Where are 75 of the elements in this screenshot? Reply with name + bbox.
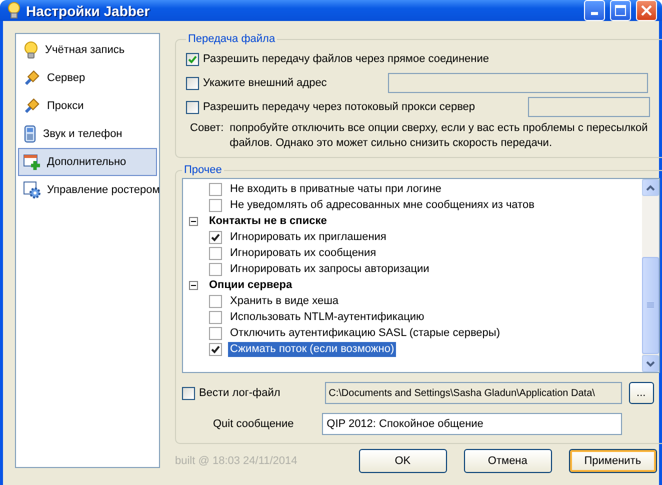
category-item[interactable]: Звук и телефон	[18, 120, 157, 148]
tree-option-label[interactable]: Игнорировать их запросы авторизации	[228, 262, 432, 276]
checkbox[interactable]	[209, 342, 222, 356]
scroll-down-button[interactable]	[642, 355, 659, 372]
minus-icon	[191, 282, 196, 288]
log-path-field[interactable]: C:\Documents and Settings\Sasha Gladun\Application Data\	[324, 382, 622, 404]
input-field[interactable]	[528, 97, 650, 117]
checkbox[interactable]	[209, 326, 222, 340]
input-field[interactable]	[388, 73, 648, 93]
lightbulb-icon	[23, 41, 39, 59]
checkbox[interactable]	[209, 294, 222, 308]
scrollbar[interactable]	[642, 179, 659, 372]
tree-option-label[interactable]: Хранить в виде хеша	[228, 294, 341, 308]
maximize-button[interactable]	[610, 0, 631, 21]
field-label: Quit сообщение	[213, 418, 294, 430]
scroll-thumb[interactable]	[642, 257, 659, 354]
checkmark-icon	[211, 344, 220, 354]
tree-option-label[interactable]: Отключить аутентификацию SASL (старые серверы)	[228, 326, 502, 340]
group-title: Прочее	[183, 164, 223, 176]
tree-group-label[interactable]: Опции сервера	[207, 278, 294, 292]
dialog-button[interactable]: Применить	[568, 449, 657, 473]
tree-option-label[interactable]: Не уведомлять об адресованных мне сообщениях из чатов	[228, 198, 536, 212]
checkbox[interactable]	[209, 310, 222, 324]
checkmark-icon	[188, 54, 197, 64]
tree-option-label[interactable]: Использовать NTLM-аутентификацию	[228, 310, 426, 324]
minimize-button[interactable]	[584, 0, 605, 21]
collapse-toggle[interactable]	[189, 216, 198, 226]
checkbox-label[interactable]: Разрешить передачу через потоковый прокси сервер	[203, 101, 476, 113]
category-item[interactable]: Управление ростером	[18, 176, 157, 204]
close-icon	[641, 5, 652, 16]
dialog-button[interactable]: Отмена	[464, 449, 552, 473]
tree-option-label[interactable]: Игнорировать их сообщения	[228, 246, 378, 260]
dialog-button[interactable]: OK	[358, 449, 447, 473]
plug-icon	[23, 97, 41, 115]
minus-icon	[191, 218, 196, 224]
tree-option-label[interactable]: Сжимать поток (если возможно)	[228, 342, 396, 356]
build-info: built @ 18:03 24/11/2014	[175, 455, 298, 467]
checkbox[interactable]	[209, 246, 222, 260]
chevron-up-icon	[646, 184, 655, 190]
quit-message-field[interactable]: QIP 2012: Спокойное общение	[322, 413, 622, 435]
close-button[interactable]	[636, 0, 657, 21]
checkbox[interactable]	[182, 386, 195, 400]
lightbulb-icon	[7, 2, 21, 19]
tree-option-label[interactable]: Игнорировать их приглашения	[228, 230, 388, 244]
grip-icon	[646, 302, 654, 309]
phone-icon	[23, 125, 37, 143]
plug-icon	[23, 69, 41, 87]
checkbox-label[interactable]: Разрешить передачу файлов через прямое соединение	[203, 53, 489, 65]
tip-text: попробуйте отключить все опции сверху, если у вас есть проблемы с пересылкой файлов. Однако это может сильно снизить скорость передачи.	[230, 121, 649, 151]
checkbox[interactable]	[186, 52, 199, 66]
checkbox[interactable]	[209, 198, 222, 212]
checkbox[interactable]	[209, 262, 222, 276]
group-title: Передача файла	[187, 33, 276, 45]
window-gear-icon	[23, 181, 41, 199]
checkbox[interactable]	[209, 182, 222, 196]
checkbox[interactable]	[186, 100, 199, 114]
tip-label: Совет:	[190, 121, 224, 136]
checkmark-icon	[211, 232, 220, 242]
tree-group-label[interactable]: Контакты не в списке	[207, 214, 329, 228]
scroll-up-button[interactable]	[642, 179, 659, 196]
checkbox-label[interactable]: Вести лог-файл	[199, 387, 280, 399]
category-item[interactable]: Прокси	[18, 92, 157, 120]
category-item[interactable]: Учётная запись	[18, 36, 157, 64]
checkbox-label[interactable]: Укажите внешний адрес	[203, 77, 327, 89]
category-item[interactable]: Дополнительно	[18, 148, 157, 176]
window-title: Настройки Jabber	[26, 2, 151, 18]
checkbox[interactable]	[186, 76, 199, 90]
checkbox[interactable]	[209, 230, 222, 244]
collapse-toggle[interactable]	[189, 280, 198, 290]
tree-option-label[interactable]: Не входить в приватные чаты при логине	[228, 182, 444, 196]
window-plus-icon	[23, 153, 41, 171]
category-item[interactable]: Сервер	[18, 64, 157, 92]
chevron-down-icon	[646, 360, 655, 366]
maximize-icon	[615, 5, 626, 16]
browse-button[interactable]: ...	[628, 382, 654, 404]
